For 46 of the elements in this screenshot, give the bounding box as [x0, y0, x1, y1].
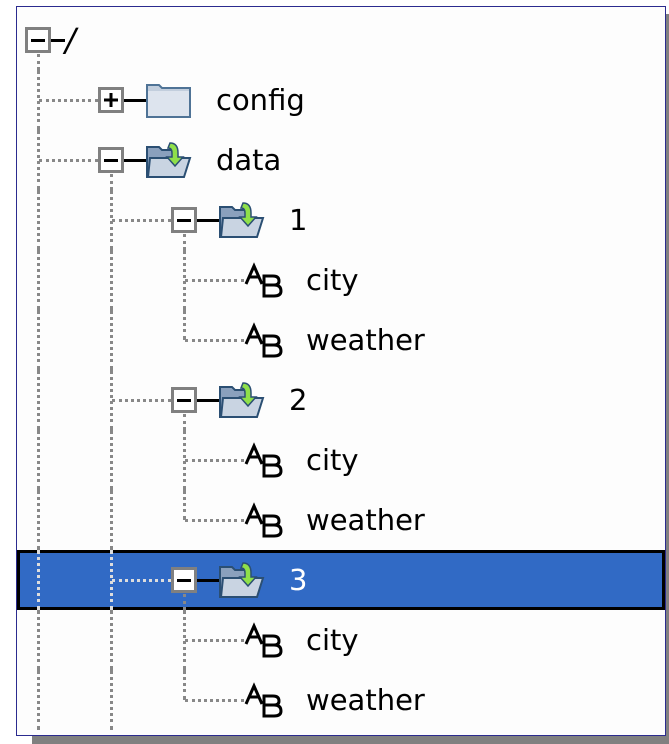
tree-row[interactable]: data [17, 130, 665, 190]
text-field-icon [244, 442, 284, 478]
tree-row[interactable]: city [17, 250, 665, 310]
open-folder-icon [219, 561, 265, 599]
minus-icon [177, 218, 191, 222]
tree-row[interactable]: weather [17, 670, 665, 730]
tree-row[interactable]: 2 [17, 370, 665, 430]
expand-toggle[interactable] [171, 207, 197, 233]
node-label[interactable]: 2 [289, 383, 308, 417]
node-label[interactable]: config [216, 83, 305, 117]
plus-icon [104, 93, 118, 107]
expand-toggle[interactable] [171, 387, 197, 413]
expand-toggle[interactable] [98, 87, 124, 113]
node-label[interactable]: city [306, 443, 359, 477]
node-label[interactable]: data [216, 143, 282, 177]
node-label[interactable]: weather [306, 683, 425, 717]
minus-icon [104, 158, 118, 162]
expand-toggle[interactable] [171, 567, 197, 593]
tree-row[interactable]: config [17, 70, 665, 130]
node-label[interactable]: city [306, 263, 359, 297]
tree-row[interactable]: city [17, 610, 665, 670]
minus-icon [177, 398, 191, 402]
text-field-icon [244, 682, 284, 718]
node-label[interactable]: 1 [289, 203, 308, 237]
node-label[interactable]: weather [306, 323, 425, 357]
open-folder-icon [219, 201, 265, 239]
node-label[interactable]: / [65, 21, 76, 59]
minus-icon [177, 578, 191, 582]
tree-row[interactable]: city [17, 430, 665, 490]
text-field-icon [244, 262, 284, 298]
text-field-icon [244, 502, 284, 538]
text-field-icon [244, 322, 284, 358]
expand-toggle[interactable] [98, 147, 124, 173]
expand-toggle[interactable] [25, 27, 51, 53]
tree-row[interactable]: 1 [17, 190, 665, 250]
tree-row[interactable]: / [17, 10, 665, 70]
open-folder-icon [219, 381, 265, 419]
tree-row[interactable]: weather [17, 310, 665, 370]
tree-row[interactable]: 3 [17, 550, 665, 610]
node-label[interactable]: city [306, 623, 359, 657]
open-folder-icon [146, 141, 192, 179]
folder-icon [146, 81, 192, 119]
node-label[interactable]: weather [306, 503, 425, 537]
text-field-icon [244, 622, 284, 658]
node-label[interactable]: 3 [289, 563, 308, 597]
minus-icon [31, 38, 45, 42]
